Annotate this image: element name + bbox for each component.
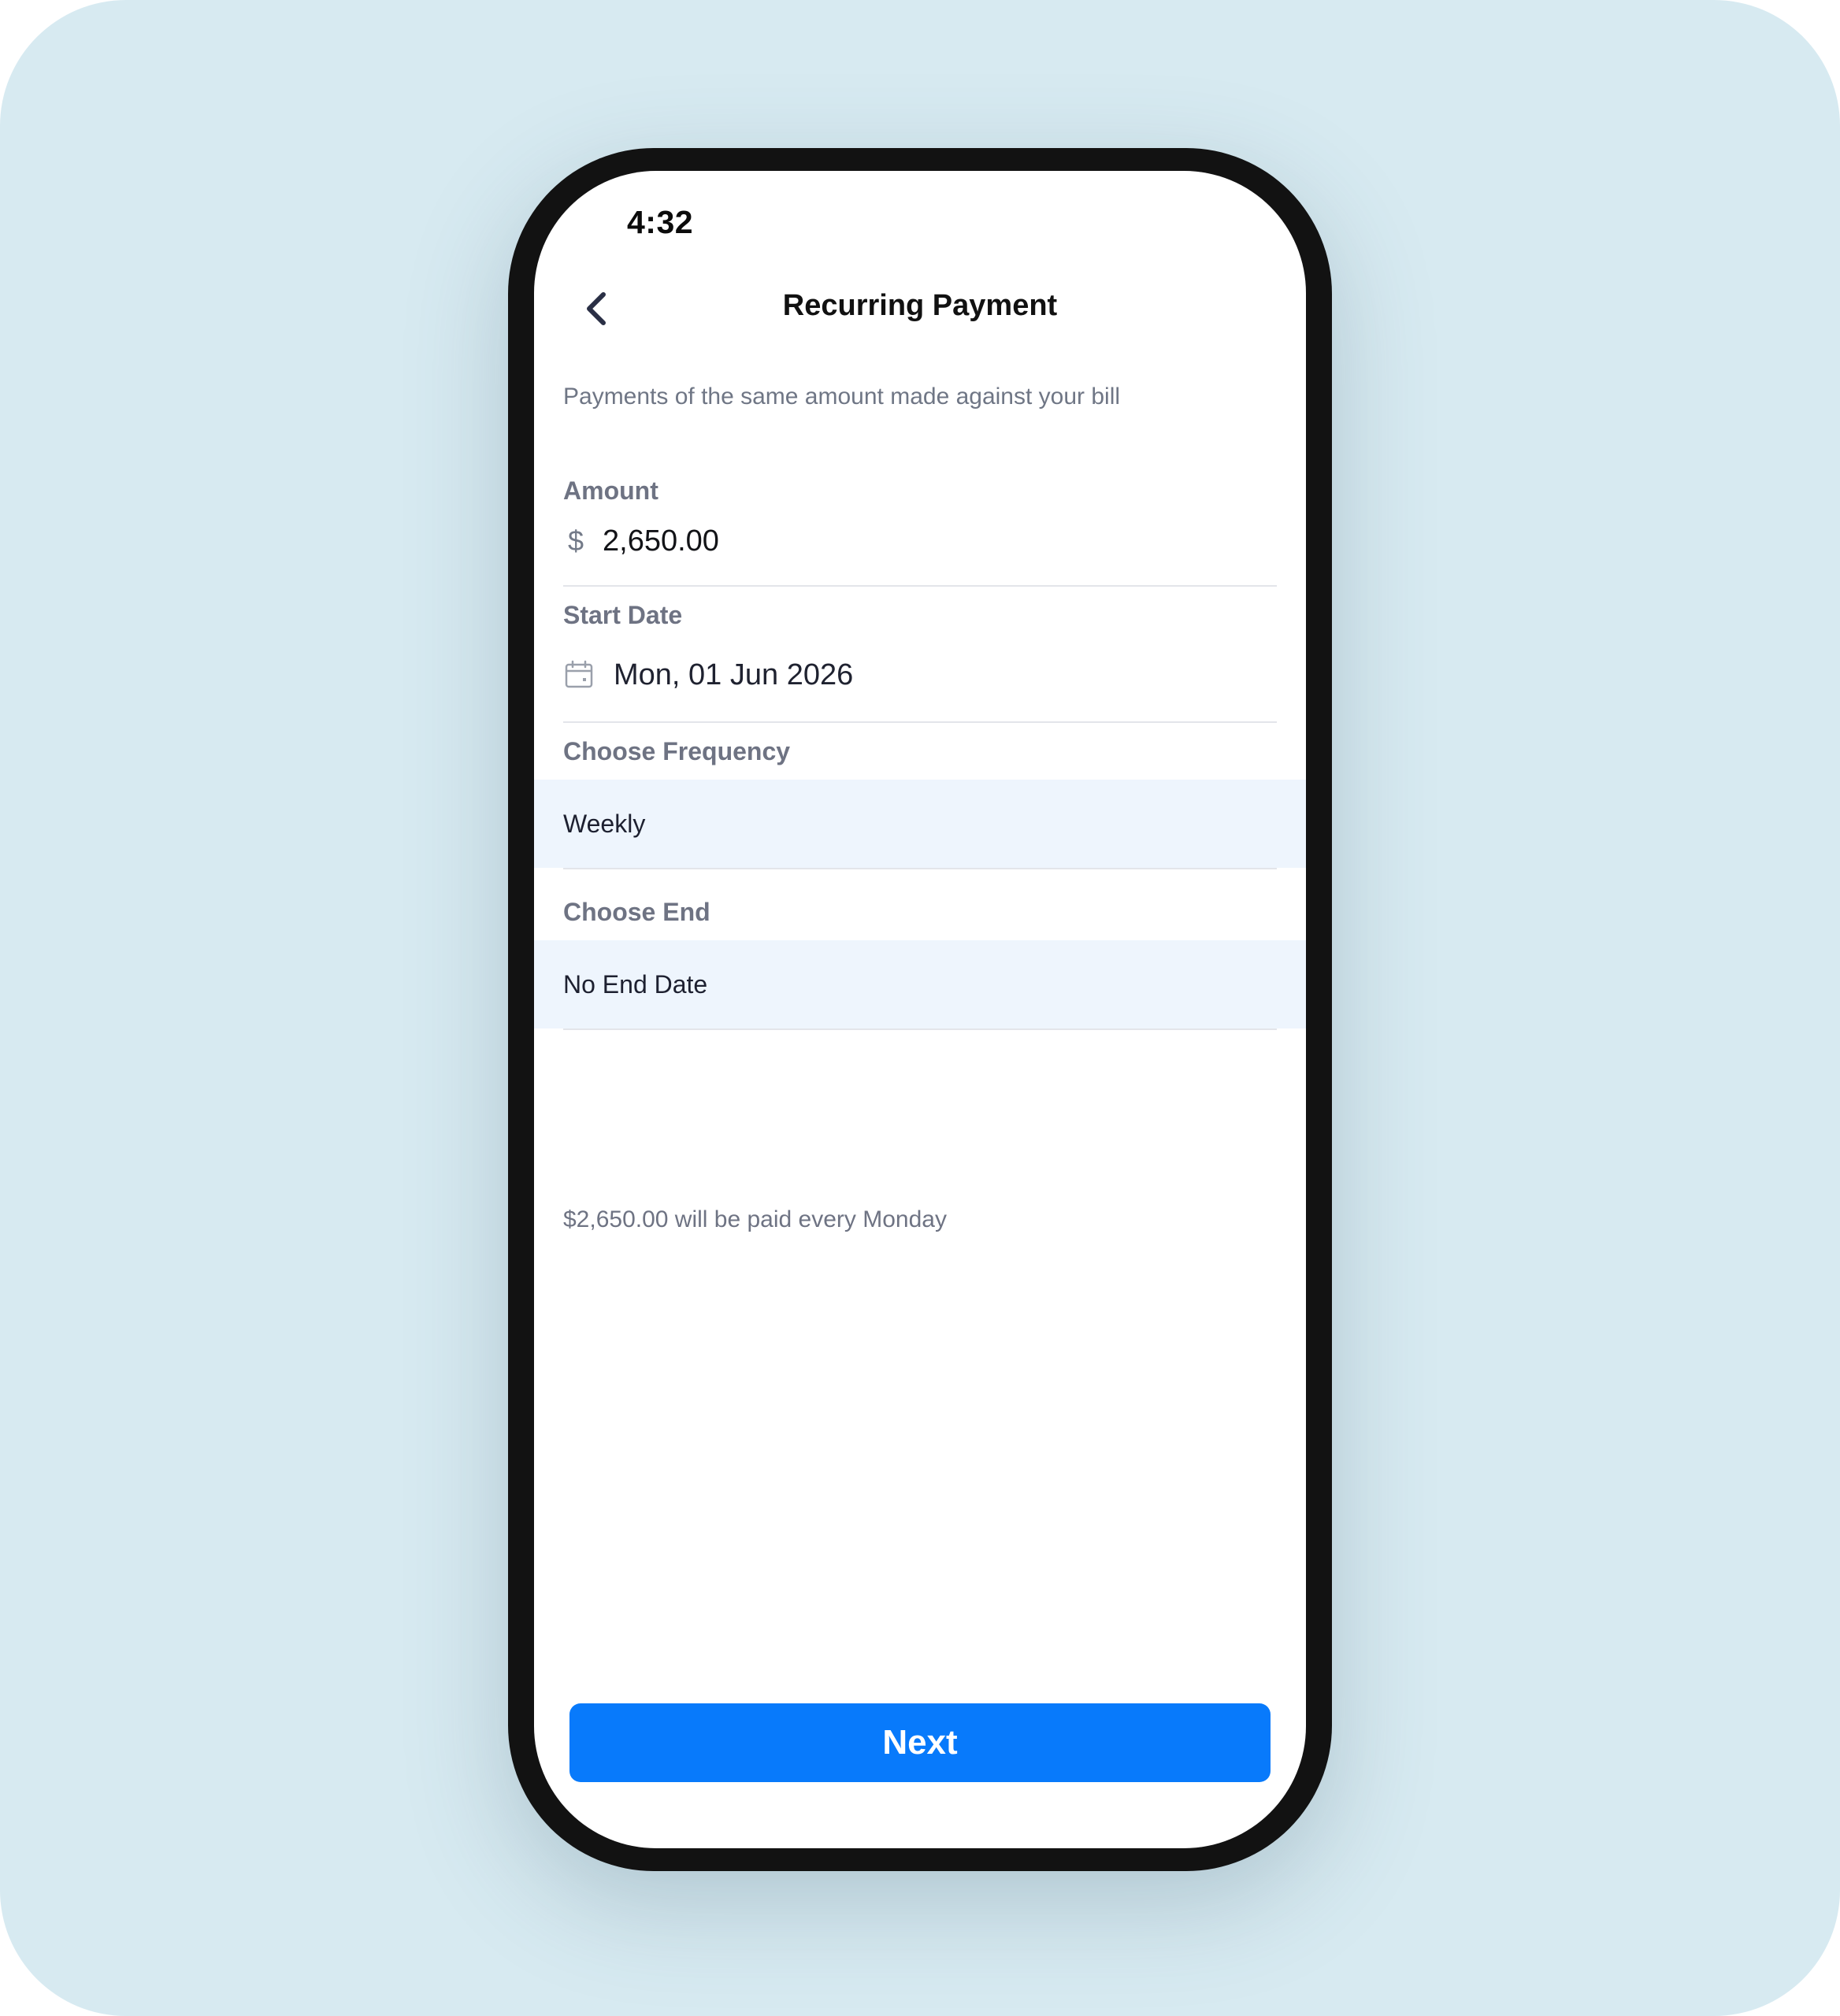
end-label: Choose End — [563, 898, 710, 926]
end-select[interactable]: No End Date — [534, 940, 1306, 1028]
amount-label: Amount — [563, 476, 658, 505]
frequency-select[interactable]: Weekly — [534, 780, 1306, 868]
start-date-field[interactable]: Mon, 01 Jun 2026 — [563, 643, 1277, 706]
phone-screen: 4:32 Recurring Payment Payments of the s… — [534, 171, 1306, 1848]
frequency-value: Weekly — [563, 809, 646, 838]
amount-divider — [563, 585, 1277, 587]
status-bar-time: 4:32 — [627, 204, 694, 240]
phone-frame: 4:32 Recurring Payment Payments of the s… — [508, 148, 1332, 1871]
end-value: No End Date — [563, 969, 708, 999]
start-date-divider — [563, 721, 1277, 723]
frequency-label: Choose Frequency — [563, 737, 791, 765]
amount-field[interactable]: $ 2,650.00 — [563, 513, 1277, 569]
page-subtitle: Payments of the same amount made against… — [563, 384, 1121, 410]
background-canvas: 4:32 Recurring Payment Payments of the s… — [0, 0, 1840, 2016]
currency-symbol: $ — [568, 524, 584, 557]
end-divider — [563, 1028, 1277, 1030]
page-title: Recurring Payment — [782, 289, 1058, 322]
next-button[interactable]: Next — [569, 1703, 1271, 1782]
amount-value: 2,650.00 — [603, 524, 719, 558]
calendar-icon — [565, 660, 593, 688]
start-date-label: Start Date — [563, 601, 683, 629]
payment-summary: $2,650.00 will be paid every Monday — [563, 1206, 947, 1232]
frequency-divider — [563, 868, 1277, 869]
start-date-value: Mon, 01 Jun 2026 — [614, 658, 854, 691]
